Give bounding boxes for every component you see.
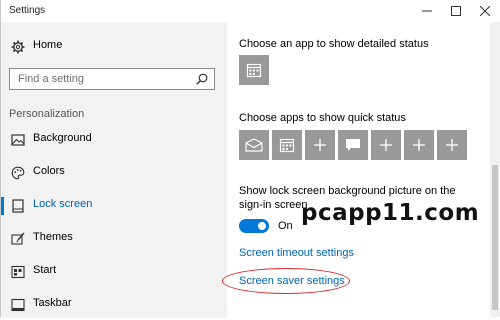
quick-status-label: Choose apps to show quick status: [239, 112, 406, 124]
gear-icon: [11, 40, 25, 54]
lock-screen-icon: [12, 199, 24, 213]
main-content: Choose an app to show detailed status Ch…: [227, 22, 500, 318]
sidebar-item-label: Taskbar: [33, 297, 72, 309]
sidebar-item-label: Themes: [33, 231, 73, 243]
sidebar-item-background[interactable]: Background: [1, 125, 227, 155]
quick-status-tile-message[interactable]: [338, 130, 368, 160]
picture-icon: [11, 134, 25, 146]
plus-icon: [413, 139, 425, 151]
sidebar-item-label: Start: [33, 264, 57, 276]
sidebar-item-label: Home: [33, 39, 63, 51]
calendar-icon: [279, 138, 295, 153]
quick-status-tile-add-3[interactable]: [404, 130, 434, 160]
active-indicator: [1, 197, 4, 215]
sidebar-item-colors[interactable]: Colors: [1, 158, 227, 188]
close-button[interactable]: [470, 0, 500, 22]
search-icon[interactable]: [196, 73, 208, 85]
sidebar-item-label: Background: [33, 132, 92, 144]
signin-background-toggle[interactable]: [239, 219, 269, 233]
plus-icon: [380, 139, 392, 151]
palette-icon: [11, 166, 25, 180]
toggle-state-label: On: [278, 220, 293, 232]
quick-status-tile-mail[interactable]: [239, 130, 269, 160]
sidebar-item-home[interactable]: Home: [1, 32, 227, 62]
screen-saver-settings-link[interactable]: Screen saver settings: [239, 275, 345, 287]
sidebar-item-lock-screen[interactable]: Lock screen: [1, 191, 227, 221]
start-grid-icon: [11, 265, 25, 279]
calendar-icon: [246, 63, 262, 78]
watermark-text: pcapp11.com: [301, 200, 480, 226]
mail-icon: [245, 138, 263, 152]
sidebar-item-taskbar[interactable]: Taskbar: [1, 290, 227, 320]
section-header: Personalization: [9, 108, 85, 120]
sidebar-item-label: Colors: [33, 165, 65, 177]
sidebar-item-label: Lock screen: [33, 198, 93, 210]
minimize-button[interactable]: [412, 0, 442, 22]
settings-window: Settings Home Find a setting Personaliza…: [0, 0, 500, 318]
sidebar-item-start[interactable]: Start: [1, 257, 227, 287]
plus-icon: [446, 139, 458, 151]
plus-icon: [314, 139, 326, 151]
quick-status-tile-add-4[interactable]: [437, 130, 467, 160]
detailed-status-label: Choose an app to show detailed status: [239, 38, 429, 50]
message-icon: [346, 139, 360, 151]
detailed-status-app-tile[interactable]: [239, 55, 269, 85]
search-input[interactable]: Find a setting: [18, 73, 84, 85]
brush-icon: [11, 232, 25, 245]
search-field[interactable]: Find a setting: [9, 68, 215, 90]
quick-status-tile-calendar[interactable]: [272, 130, 302, 160]
screen-timeout-settings-link[interactable]: Screen timeout settings: [239, 247, 354, 259]
sidebar-item-themes[interactable]: Themes: [1, 224, 227, 254]
window-title: Settings: [9, 5, 46, 16]
toggle-knob: [258, 222, 266, 230]
sidebar: Home Find a setting Personalization Back…: [1, 22, 227, 318]
quick-status-tile-add-2[interactable]: [371, 130, 401, 160]
title-bar: Settings: [1, 0, 500, 22]
quick-status-tile-add-1[interactable]: [305, 130, 335, 160]
maximize-button[interactable]: [441, 0, 471, 22]
scrollbar-thumb[interactable]: [492, 165, 498, 310]
taskbar-icon: [11, 298, 25, 312]
